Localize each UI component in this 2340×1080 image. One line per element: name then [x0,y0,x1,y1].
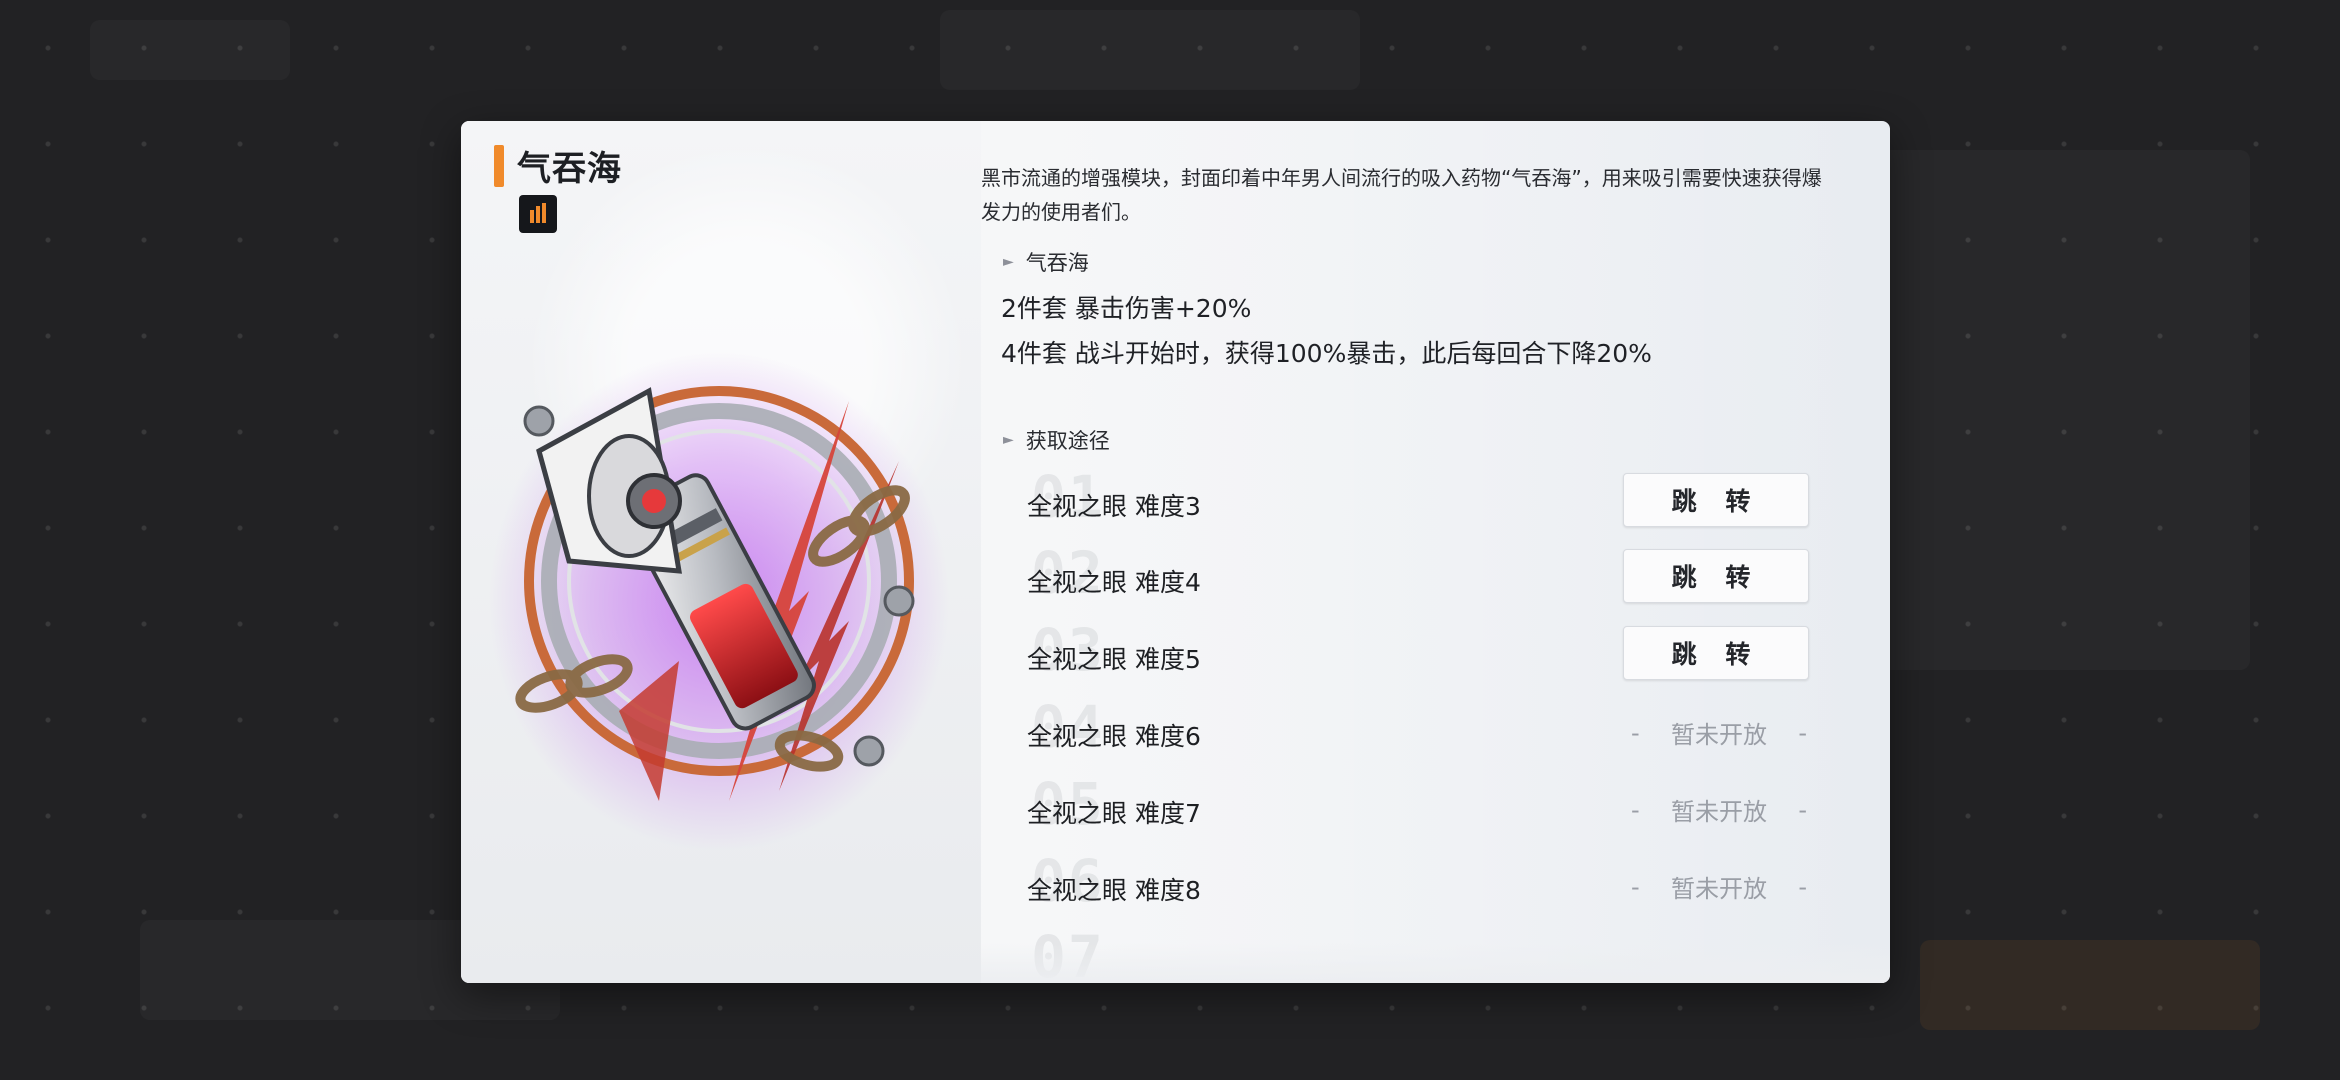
route-row: 03 全视之眼 难度5 跳 转 [981,616,1861,694]
dash-left: - [1631,872,1640,901]
route-label: 全视之眼 难度8 [1027,876,1201,905]
dash-right: - [1798,795,1807,824]
unavailable-status: - 暂未开放 - [1631,715,1807,750]
play-triangle-icon: ► [1003,432,1014,448]
route-row: 06 全视之眼 难度8 - 暂未开放 - [981,847,1861,925]
unavailable-label: 暂未开放 [1671,798,1767,826]
item-title: 气吞海 [517,149,622,189]
dash-right: - [1798,718,1807,747]
unavailable-status: - 暂未开放 - [1631,792,1807,827]
acquire-routes-header: ► 获取途径 [993,423,1163,457]
module-detail-dialog: 气吞海 黑市流通的增强模块，封面印着中年男人间流行的吸入药物“气吞海”，用来吸引… [461,121,1890,983]
item-artwork [489,351,949,851]
play-triangle-icon: ► [1003,254,1014,270]
background-card-bottom-right [1920,940,2260,1030]
route-label: 全视之眼 难度7 [1027,799,1201,828]
route-row: 04 全视之眼 难度6 - 暂未开放 - [981,693,1861,771]
item-description: 黑市流通的增强模块，封面印着中年男人间流行的吸入药物“气吞海”，用来吸引需要快速… [981,166,1822,224]
four-piece-effect: 4件套 战斗开始时，获得100%暴击，此后每回合下降20% [1001,339,1652,368]
background-card-left [90,20,290,80]
route-row: 01 全视之眼 难度3 跳 转 [981,463,1861,541]
route-list-fade [981,943,1890,983]
dash-left: - [1631,795,1640,824]
dash-left: - [1631,718,1640,747]
jump-button[interactable]: 跳 转 [1623,473,1809,527]
item-preview-panel: 气吞海 [461,121,981,983]
background-card-top [940,10,1360,90]
two-piece-effect: 2件套 暴击伤害+20% [1001,294,1252,323]
set-effect-header-label: 气吞海 [1025,251,1089,275]
rarity-bars-icon [519,195,557,233]
unavailable-label: 暂未开放 [1671,875,1767,903]
jump-button[interactable]: 跳 转 [1623,549,1809,603]
route-label: 全视之眼 难度5 [1027,645,1201,674]
set-effect-header: ► 气吞海 [993,245,1163,279]
unavailable-label: 暂未开放 [1671,721,1767,749]
route-row: 05 全视之眼 难度7 - 暂未开放 - [981,770,1861,848]
route-label: 全视之眼 难度6 [1027,722,1201,751]
route-label: 全视之眼 难度4 [1027,568,1201,597]
title-accent-bar [494,145,504,187]
route-row: 02 全视之眼 难度4 跳 转 [981,539,1861,617]
acquire-routes-header-label: 获取途径 [1025,429,1110,453]
route-label: 全视之眼 难度3 [1027,492,1201,521]
unavailable-status: - 暂未开放 - [1631,869,1807,904]
jump-button[interactable]: 跳 转 [1623,626,1809,680]
dash-right: - [1798,872,1807,901]
